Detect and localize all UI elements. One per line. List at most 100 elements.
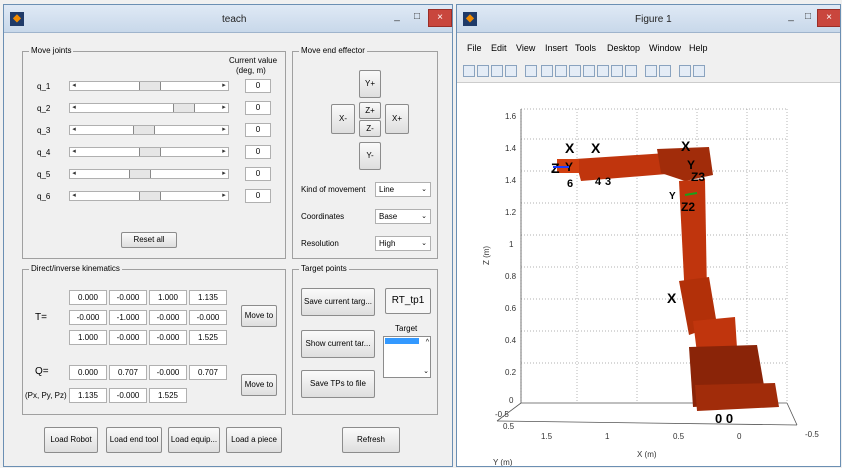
slider-thumb[interactable] bbox=[129, 170, 151, 178]
save-icon[interactable] bbox=[491, 65, 503, 77]
joint-slider-3[interactable]: ◂ ▸ bbox=[69, 125, 229, 135]
slider-right-arrow-icon[interactable]: ▸ bbox=[220, 126, 228, 134]
joint-slider-2[interactable]: ◂ ▸ bbox=[69, 103, 229, 113]
y-plus-button[interactable]: Y+ bbox=[359, 70, 381, 98]
data-cursor-icon[interactable] bbox=[597, 65, 609, 77]
print-icon[interactable] bbox=[505, 65, 517, 77]
scroll-up-icon[interactable]: ^ bbox=[426, 339, 429, 346]
t-matrix-cell[interactable]: 1.000 bbox=[149, 290, 187, 305]
teach-titlebar[interactable]: ◆ teach _ □ × bbox=[4, 5, 452, 33]
load-equipment-button[interactable]: Load equip... bbox=[168, 427, 220, 453]
joint-value-6[interactable]: 0 bbox=[245, 189, 271, 203]
move-to-q-button[interactable]: Move to bbox=[241, 374, 277, 396]
hide-tools-icon[interactable] bbox=[679, 65, 691, 77]
link-icon[interactable] bbox=[625, 65, 637, 77]
joint-slider-1[interactable]: ◂ ▸ bbox=[69, 81, 229, 91]
x-minus-button[interactable]: X- bbox=[331, 104, 355, 134]
slider-thumb[interactable] bbox=[133, 126, 155, 134]
slider-right-arrow-icon[interactable]: ▸ bbox=[220, 104, 228, 112]
rotate-icon[interactable] bbox=[583, 65, 595, 77]
coordinates-select[interactable]: Base ⌄ bbox=[375, 209, 431, 224]
menu-item-tools[interactable]: Tools bbox=[575, 43, 596, 53]
t-matrix-cell[interactable]: 0.000 bbox=[69, 290, 107, 305]
menu-item-help[interactable]: Help bbox=[689, 43, 708, 53]
t-matrix-cell[interactable]: -0.000 bbox=[149, 310, 187, 325]
t-matrix-cell[interactable]: -1.000 bbox=[109, 310, 147, 325]
target-list-selected-item[interactable] bbox=[385, 338, 419, 344]
slider-left-arrow-icon[interactable]: ◂ bbox=[70, 192, 78, 200]
open-folder-icon[interactable] bbox=[477, 65, 489, 77]
t-matrix-cell[interactable]: 1.000 bbox=[69, 330, 107, 345]
slider-right-arrow-icon[interactable]: ▸ bbox=[220, 148, 228, 156]
menu-item-insert[interactable]: Insert bbox=[545, 43, 568, 53]
menu-item-window[interactable]: Window bbox=[649, 43, 681, 53]
load-end-tool-button[interactable]: Load end tool bbox=[106, 427, 162, 453]
reset-all-button[interactable]: Reset all bbox=[121, 232, 177, 248]
legend-icon[interactable] bbox=[659, 65, 671, 77]
slider-left-arrow-icon[interactable]: ◂ bbox=[70, 82, 78, 90]
joint-slider-6[interactable]: ◂ ▸ bbox=[69, 191, 229, 201]
slider-left-arrow-icon[interactable]: ◂ bbox=[70, 148, 78, 156]
target-name-field[interactable]: RT_tp1 bbox=[385, 288, 431, 314]
zoom-out-icon[interactable] bbox=[555, 65, 567, 77]
t-matrix-cell[interactable]: -0.000 bbox=[109, 290, 147, 305]
x-plus-button[interactable]: X+ bbox=[385, 104, 409, 134]
zoom-in-icon[interactable] bbox=[541, 65, 553, 77]
slider-right-arrow-icon[interactable]: ▸ bbox=[220, 170, 228, 178]
z-plus-button[interactable]: Z+ bbox=[359, 102, 381, 119]
joint-value-2[interactable]: 0 bbox=[245, 101, 271, 115]
target-listbox[interactable]: ^ ⌄ bbox=[383, 336, 431, 378]
slider-left-arrow-icon[interactable]: ◂ bbox=[70, 126, 78, 134]
t-matrix-cell[interactable]: -0.000 bbox=[69, 310, 107, 325]
t-matrix-cell[interactable]: 1.525 bbox=[189, 330, 227, 345]
save-tps-button[interactable]: Save TPs to file bbox=[301, 370, 375, 398]
refresh-button[interactable]: Refresh bbox=[342, 427, 400, 453]
menu-item-view[interactable]: View bbox=[516, 43, 535, 53]
q-value-cell[interactable]: 0.707 bbox=[189, 365, 227, 380]
move-to-t-button[interactable]: Move to bbox=[241, 305, 277, 327]
scroll-down-icon[interactable]: ⌄ bbox=[423, 367, 429, 375]
t-matrix-cell[interactable]: -0.000 bbox=[109, 330, 147, 345]
joint-value-5[interactable]: 0 bbox=[245, 167, 271, 181]
joint-value-4[interactable]: 0 bbox=[245, 145, 271, 159]
load-robot-button[interactable]: Load Robot bbox=[44, 427, 98, 453]
pointer-icon[interactable] bbox=[525, 65, 537, 77]
save-current-target-button[interactable]: Save current targ... bbox=[301, 288, 375, 316]
joint-slider-4[interactable]: ◂ ▸ bbox=[69, 147, 229, 157]
load-piece-button[interactable]: Load a piece bbox=[226, 427, 282, 453]
t-matrix-cell[interactable]: -0.000 bbox=[149, 330, 187, 345]
position-value-cell[interactable]: 1.135 bbox=[69, 388, 107, 403]
dock-icon[interactable] bbox=[693, 65, 705, 77]
q-value-cell[interactable]: -0.000 bbox=[149, 365, 187, 380]
z-minus-button[interactable]: Z- bbox=[359, 120, 381, 137]
slider-thumb[interactable] bbox=[139, 192, 161, 200]
joint-value-3[interactable]: 0 bbox=[245, 123, 271, 137]
minimize-button[interactable]: _ bbox=[783, 9, 799, 27]
slider-left-arrow-icon[interactable]: ◂ bbox=[70, 170, 78, 178]
q-value-cell[interactable]: 0.000 bbox=[69, 365, 107, 380]
joint-value-1[interactable]: 0 bbox=[245, 79, 271, 93]
close-button[interactable]: × bbox=[817, 9, 840, 27]
maximize-button[interactable]: □ bbox=[408, 9, 426, 27]
position-value-cell[interactable]: -0.000 bbox=[109, 388, 147, 403]
joint-slider-5[interactable]: ◂ ▸ bbox=[69, 169, 229, 179]
colorbar-icon[interactable] bbox=[645, 65, 657, 77]
slider-right-arrow-icon[interactable]: ▸ bbox=[220, 82, 228, 90]
y-minus-button[interactable]: Y- bbox=[359, 142, 381, 170]
menu-item-file[interactable]: File bbox=[467, 43, 482, 53]
kind-of-movement-select[interactable]: Line ⌄ bbox=[375, 182, 431, 197]
slider-thumb[interactable] bbox=[173, 104, 195, 112]
position-value-cell[interactable]: 1.525 bbox=[149, 388, 187, 403]
t-matrix-cell[interactable]: -0.000 bbox=[189, 310, 227, 325]
slider-right-arrow-icon[interactable]: ▸ bbox=[220, 192, 228, 200]
menu-item-edit[interactable]: Edit bbox=[491, 43, 507, 53]
figure-titlebar[interactable]: ◆ Figure 1 _ □ × bbox=[457, 5, 840, 33]
t-matrix-cell[interactable]: 1.135 bbox=[189, 290, 227, 305]
slider-thumb[interactable] bbox=[139, 82, 161, 90]
brush-icon[interactable] bbox=[611, 65, 623, 77]
show-current-target-button[interactable]: Show current tar... bbox=[301, 330, 375, 358]
slider-left-arrow-icon[interactable]: ◂ bbox=[70, 104, 78, 112]
slider-thumb[interactable] bbox=[139, 148, 161, 156]
pan-icon[interactable] bbox=[569, 65, 581, 77]
menu-item-desktop[interactable]: Desktop bbox=[607, 43, 640, 53]
